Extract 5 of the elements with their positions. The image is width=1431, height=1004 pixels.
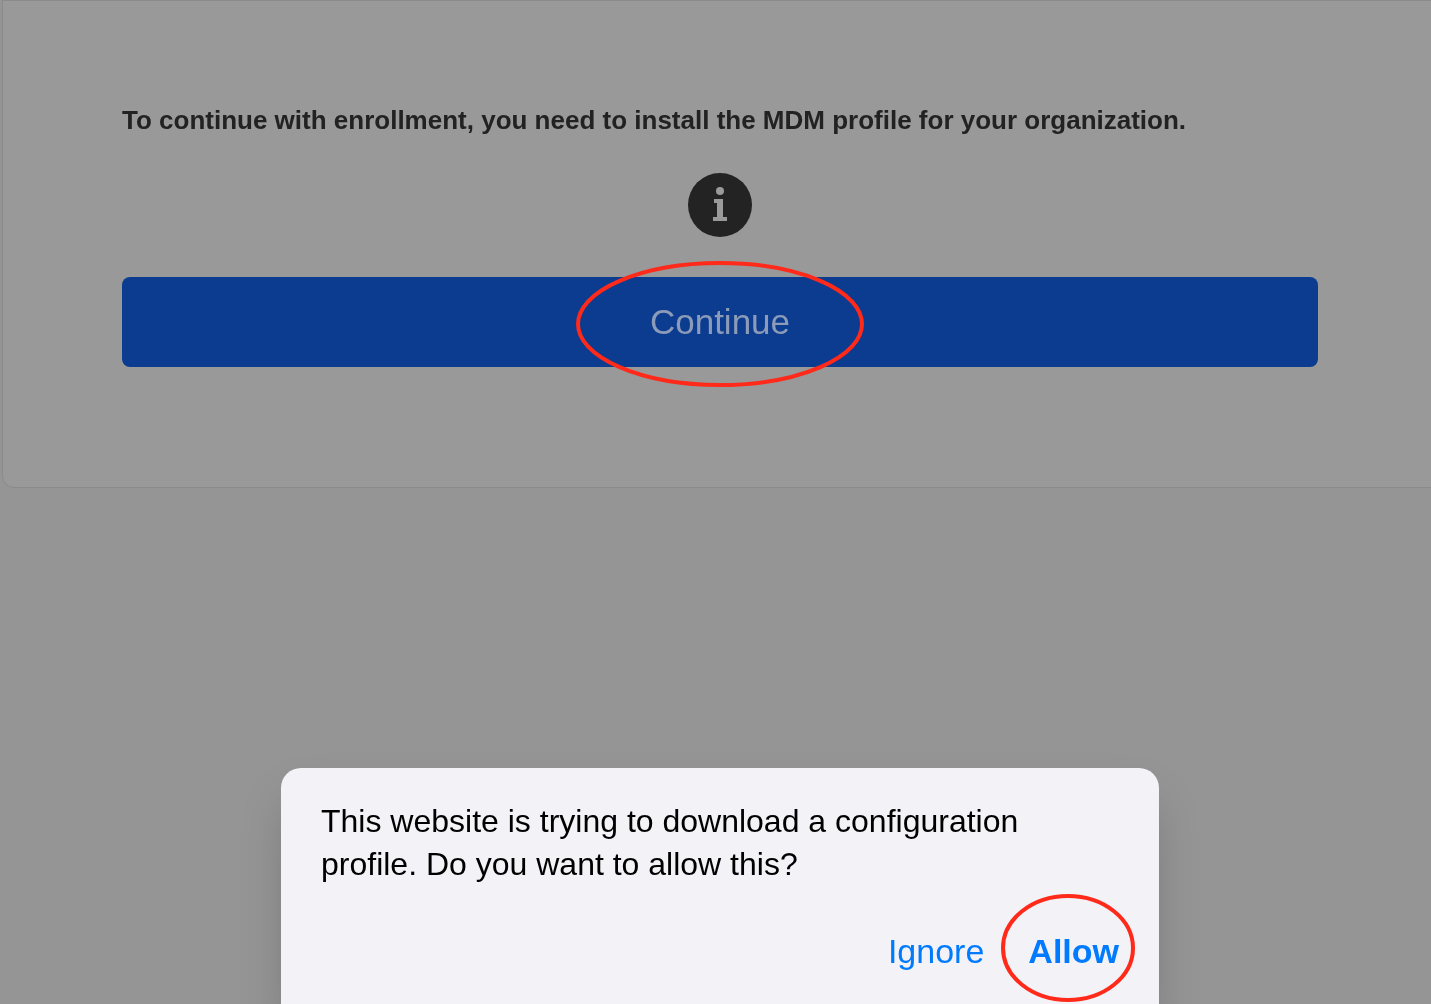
info-icon (688, 173, 752, 237)
enrollment-message: To continue with enrollment, you need to install the MDM profile for your organization. (122, 104, 1188, 137)
continue-button[interactable]: Continue (122, 277, 1318, 367)
alert-button[interactable]: Ignore (887, 926, 985, 977)
alert-message: This website is trying to download a configuration profile. Do you want to allow this? (321, 802, 1020, 884)
